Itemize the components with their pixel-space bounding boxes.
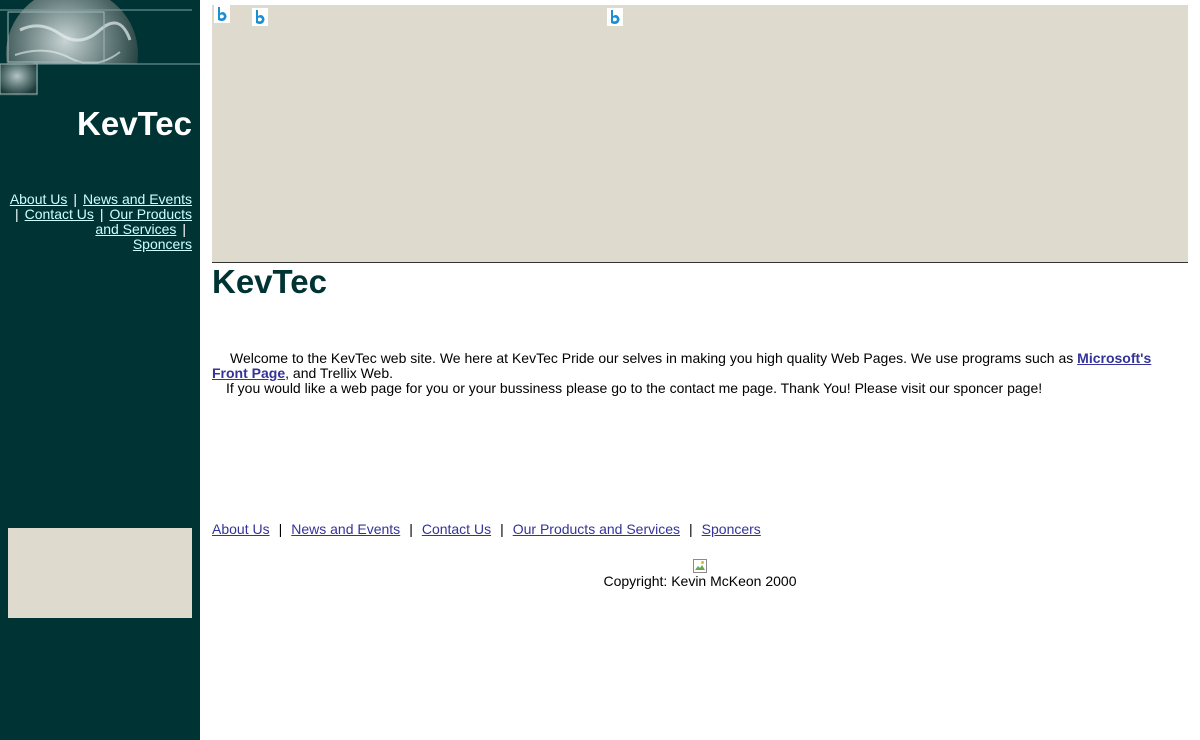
bing-b-icon[interactable] [214,5,230,23]
broken-image-icon [692,558,708,574]
footer-link-news-and-events[interactable]: News and Events [291,521,400,537]
footer-link-sponcers[interactable]: Sponcers [702,521,761,537]
intro-text-part1: Welcome to the KevTec web site. We here … [230,350,1078,366]
bing-b-icon[interactable] [252,8,268,26]
sidebar-link-about-us[interactable]: About Us [10,191,68,207]
nav-separator: | [689,521,693,537]
page-title: KevTec [212,263,327,300]
footer-nav: About Us | News and Events | Contact Us | Our … [212,522,761,537]
sidebar-link-sponcers[interactable]: Sponcers [133,236,192,252]
nav-separator: | [500,521,504,537]
nav-separator: | [14,206,19,222]
globe-logo [0,0,200,96]
sidebar-nav: About Us | News and Events | Contact Us | Our… [8,192,192,252]
sidebar-placeholder-box [8,528,192,618]
sidebar: KevTec About Us | News and Events | Contact… [0,0,200,740]
bing-b-icon[interactable] [607,8,623,26]
nav-separator: | [99,206,104,222]
nav-separator: | [73,191,78,207]
nav-separator: | [182,221,186,237]
banner [212,5,1188,263]
sidebar-site-title: KevTec [77,105,192,142]
intro-text-part2: , and Trellix Web. [285,365,394,381]
intro-text-line2: If you would like a web page for you or … [226,380,1043,396]
nav-separator: | [278,521,283,537]
copyright-text: Copyright: Kevin McKeon 2000 [603,573,797,589]
nav-separator: | [409,521,413,537]
sidebar-link-news-and-events[interactable]: News and Events [83,191,192,207]
footer-link-contact-us[interactable]: Contact Us [422,521,491,537]
intro-text: Welcome to the KevTec web site. We here … [212,351,1188,396]
footer-link-about-us[interactable]: About Us [212,521,270,537]
footer-link-products-services[interactable]: Our Products and Services [513,521,680,537]
sidebar-link-contact-us[interactable]: Contact Us [25,206,94,222]
